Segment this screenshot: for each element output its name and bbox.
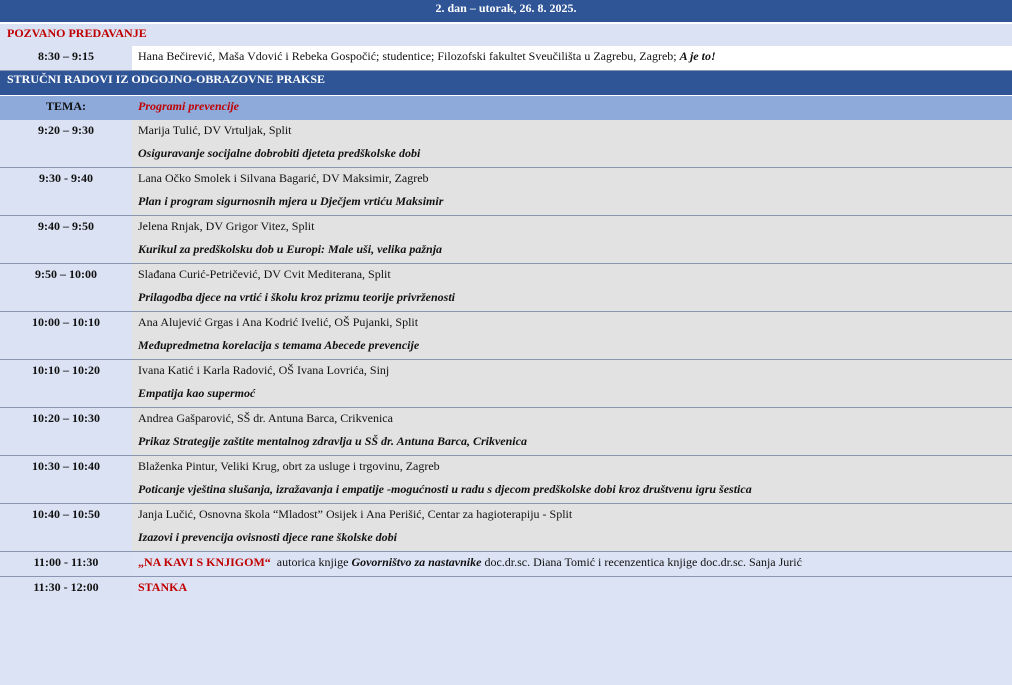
invited-authors: Hana Bečirević, Maša Vdović i Rebeka Gos… [138,49,680,63]
talk-title: Osiguravanje socijalne dobrobiti djeteta… [138,146,421,160]
talk-content: Ana Alujević Grgas i Ana Kodrić Ivelić, … [132,312,1012,359]
invited-content: Hana Bečirević, Maša Vdović i Rebeka Gos… [132,46,1012,70]
talk-row: 10:00 – 10:10 Ana Alujević Grgas i Ana K… [0,312,1012,360]
talk-content: Janja Lučić, Osnovna škola “Mladost” Osi… [132,504,1012,551]
talk-content: Jelena Rnjak, DV Grigor Vitez, Split Kur… [132,216,1012,263]
coffee-time: 11:00 - 11:30 [0,552,132,576]
talk-row: 9:50 – 10:00 Slađana Curić-Petričević, D… [0,264,1012,312]
talk-title: Međupredmetna korelacija s temama Abeced… [138,338,420,352]
talk-row: 9:20 – 9:30 Marija Tulić, DV Vrtuljak, S… [0,120,1012,168]
talk-author: Slađana Curić-Petričević, DV Cvit Medite… [138,267,391,281]
talk-row: 10:40 – 10:50 Janja Lučić, Osnovna škola… [0,504,1012,552]
tema-row: TEMA: Programi prevencije [0,96,1012,120]
talk-author: Marija Tulić, DV Vrtuljak, Split [138,123,292,137]
talk-title: Prilagodba djece na vrtić i školu kroz p… [138,290,456,304]
talk-author: Blaženka Pintur, Veliki Krug, obrt za us… [138,459,440,473]
coffee-text-1: autorica knjige [270,555,352,569]
coffee-book-row: 11:00 - 11:30 „NA KAVI S KNJIGOM“ autori… [0,552,1012,577]
talk-content: Andrea Gašparović, SŠ dr. Antuna Barca, … [132,408,1012,455]
talk-time: 9:30 - 9:40 [0,168,132,215]
talk-content: Ivana Katić i Karla Radović, OŠ Ivana Lo… [132,360,1012,407]
talk-time: 10:20 – 10:30 [0,408,132,455]
talk-row: 9:30 - 9:40 Lana Očko Smolek i Silvana B… [0,168,1012,216]
talk-title: Izazovi i prevencija ovisnosti djece ran… [138,530,397,544]
talk-author: Andrea Gašparović, SŠ dr. Antuna Barca, … [138,411,393,425]
invited-title: A je to! [679,49,716,63]
pause-time: 11:30 - 12:00 [0,577,132,601]
pause-row: 11:30 - 12:00 STANKA [0,577,1012,601]
talk-content: Lana Očko Smolek i Silvana Bagarić, DV M… [132,168,1012,215]
talk-title: Plan i program sigurnosnih mjera u Dječj… [138,194,444,208]
invited-lecture-heading: POZVANO PREDAVANJE [0,24,1012,46]
day-header: 2. dan – utorak, 26. 8. 2025. [0,0,1012,24]
talk-content: Marija Tulić, DV Vrtuljak, Split Osigura… [132,120,1012,167]
talk-author: Janja Lučić, Osnovna škola “Mladost” Osi… [138,507,573,521]
tema-value: Programi prevencije [138,99,239,113]
invited-time: 8:30 – 9:15 [0,46,132,70]
talk-time: 10:00 – 10:10 [0,312,132,359]
talk-row: 10:10 – 10:20 Ivana Katić i Karla Radovi… [0,360,1012,408]
talk-title: Kurikul za predškolsku dob u Europi: Mal… [138,242,443,256]
talk-time: 10:30 – 10:40 [0,456,132,503]
invited-lecture-row: 8:30 – 9:15 Hana Bečirević, Maša Vdović … [0,46,1012,71]
talk-row: 10:20 – 10:30 Andrea Gašparović, SŠ dr. … [0,408,1012,456]
talk-author: Ivana Katić i Karla Radović, OŠ Ivana Lo… [138,363,390,377]
coffee-label: „NA KAVI S KNJIGOM“ [138,555,271,569]
talk-time: 9:20 – 9:30 [0,120,132,167]
talk-content: Slađana Curić-Petričević, DV Cvit Medite… [132,264,1012,311]
section-heading: STRUČNI RADOVI IZ ODGOJNO-OBRAZOVNE PRAK… [0,71,1012,96]
talk-title: Empatija kao supermoć [138,386,256,400]
talk-row: 9:40 – 9:50 Jelena Rnjak, DV Grigor Vite… [0,216,1012,264]
coffee-content: „NA KAVI S KNJIGOM“ autorica knjige Govo… [132,552,1012,576]
talk-author: Lana Očko Smolek i Silvana Bagarić, DV M… [138,171,429,185]
coffee-book-title: Govorništvo za nastavnike [351,555,482,569]
talk-list: 9:20 – 9:30 Marija Tulić, DV Vrtuljak, S… [0,120,1012,552]
talk-time: 10:40 – 10:50 [0,504,132,551]
talk-time: 9:50 – 10:00 [0,264,132,311]
talk-row: 10:30 – 10:40 Blaženka Pintur, Veliki Kr… [0,456,1012,504]
tema-label: TEMA: [46,99,86,113]
coffee-text-2: doc.dr.sc. Diana Tomić i recenzentica kn… [481,555,802,569]
talk-time: 9:40 – 9:50 [0,216,132,263]
talk-content: Blaženka Pintur, Veliki Krug, obrt za us… [132,456,1012,503]
talk-author: Jelena Rnjak, DV Grigor Vitez, Split [138,219,315,233]
talk-author: Ana Alujević Grgas i Ana Kodrić Ivelić, … [138,315,419,329]
pause-label: STANKA [138,580,188,594]
talk-title: Poticanje vještina slušanja, izražavanja… [138,482,752,496]
talk-title: Prikaz Strategije zaštite mentalnog zdra… [138,434,527,448]
talk-time: 10:10 – 10:20 [0,360,132,407]
